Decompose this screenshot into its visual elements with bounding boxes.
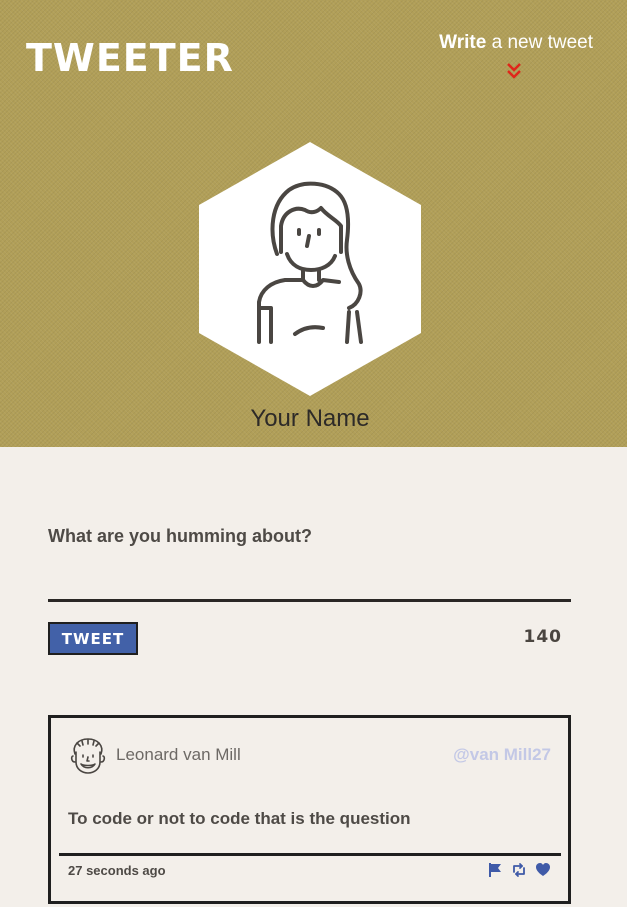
tweet-author-handle[interactable]: @van Mill27 bbox=[453, 744, 551, 766]
page-header: TWEETER Write a new tweet Your Name bbox=[0, 0, 627, 447]
write-new-tweet-link[interactable]: Write a new tweet bbox=[439, 32, 593, 54]
retweet-icon[interactable] bbox=[511, 862, 527, 878]
flag-icon[interactable] bbox=[487, 862, 503, 878]
heart-icon[interactable] bbox=[535, 862, 551, 878]
tweet-author-name: Leonard van Mill bbox=[116, 745, 241, 764]
write-label-bold: Write bbox=[439, 32, 487, 53]
brand-logo[interactable]: TWEETER bbox=[26, 36, 234, 80]
tweet-button[interactable]: TWEET bbox=[48, 622, 138, 655]
tweet-actions bbox=[487, 862, 551, 878]
tweet-card: Leonard van Mill @van Mill27 To code or … bbox=[48, 715, 571, 904]
character-counter: 140 bbox=[523, 627, 562, 647]
man-avatar-icon bbox=[70, 738, 106, 774]
compose-prompt: What are you humming about? bbox=[48, 526, 312, 546]
user-display-name: Your Name bbox=[250, 405, 370, 432]
tweet-divider bbox=[59, 853, 561, 856]
tweet-timestamp: 27 seconds ago bbox=[68, 863, 166, 878]
double-chevron-down-icon[interactable] bbox=[505, 62, 523, 80]
tweet-text-input[interactable] bbox=[48, 560, 571, 602]
tweet-text: To code or not to code that is the quest… bbox=[68, 809, 411, 828]
profile-avatar bbox=[199, 142, 421, 396]
write-label-rest: a new tweet bbox=[486, 32, 593, 53]
